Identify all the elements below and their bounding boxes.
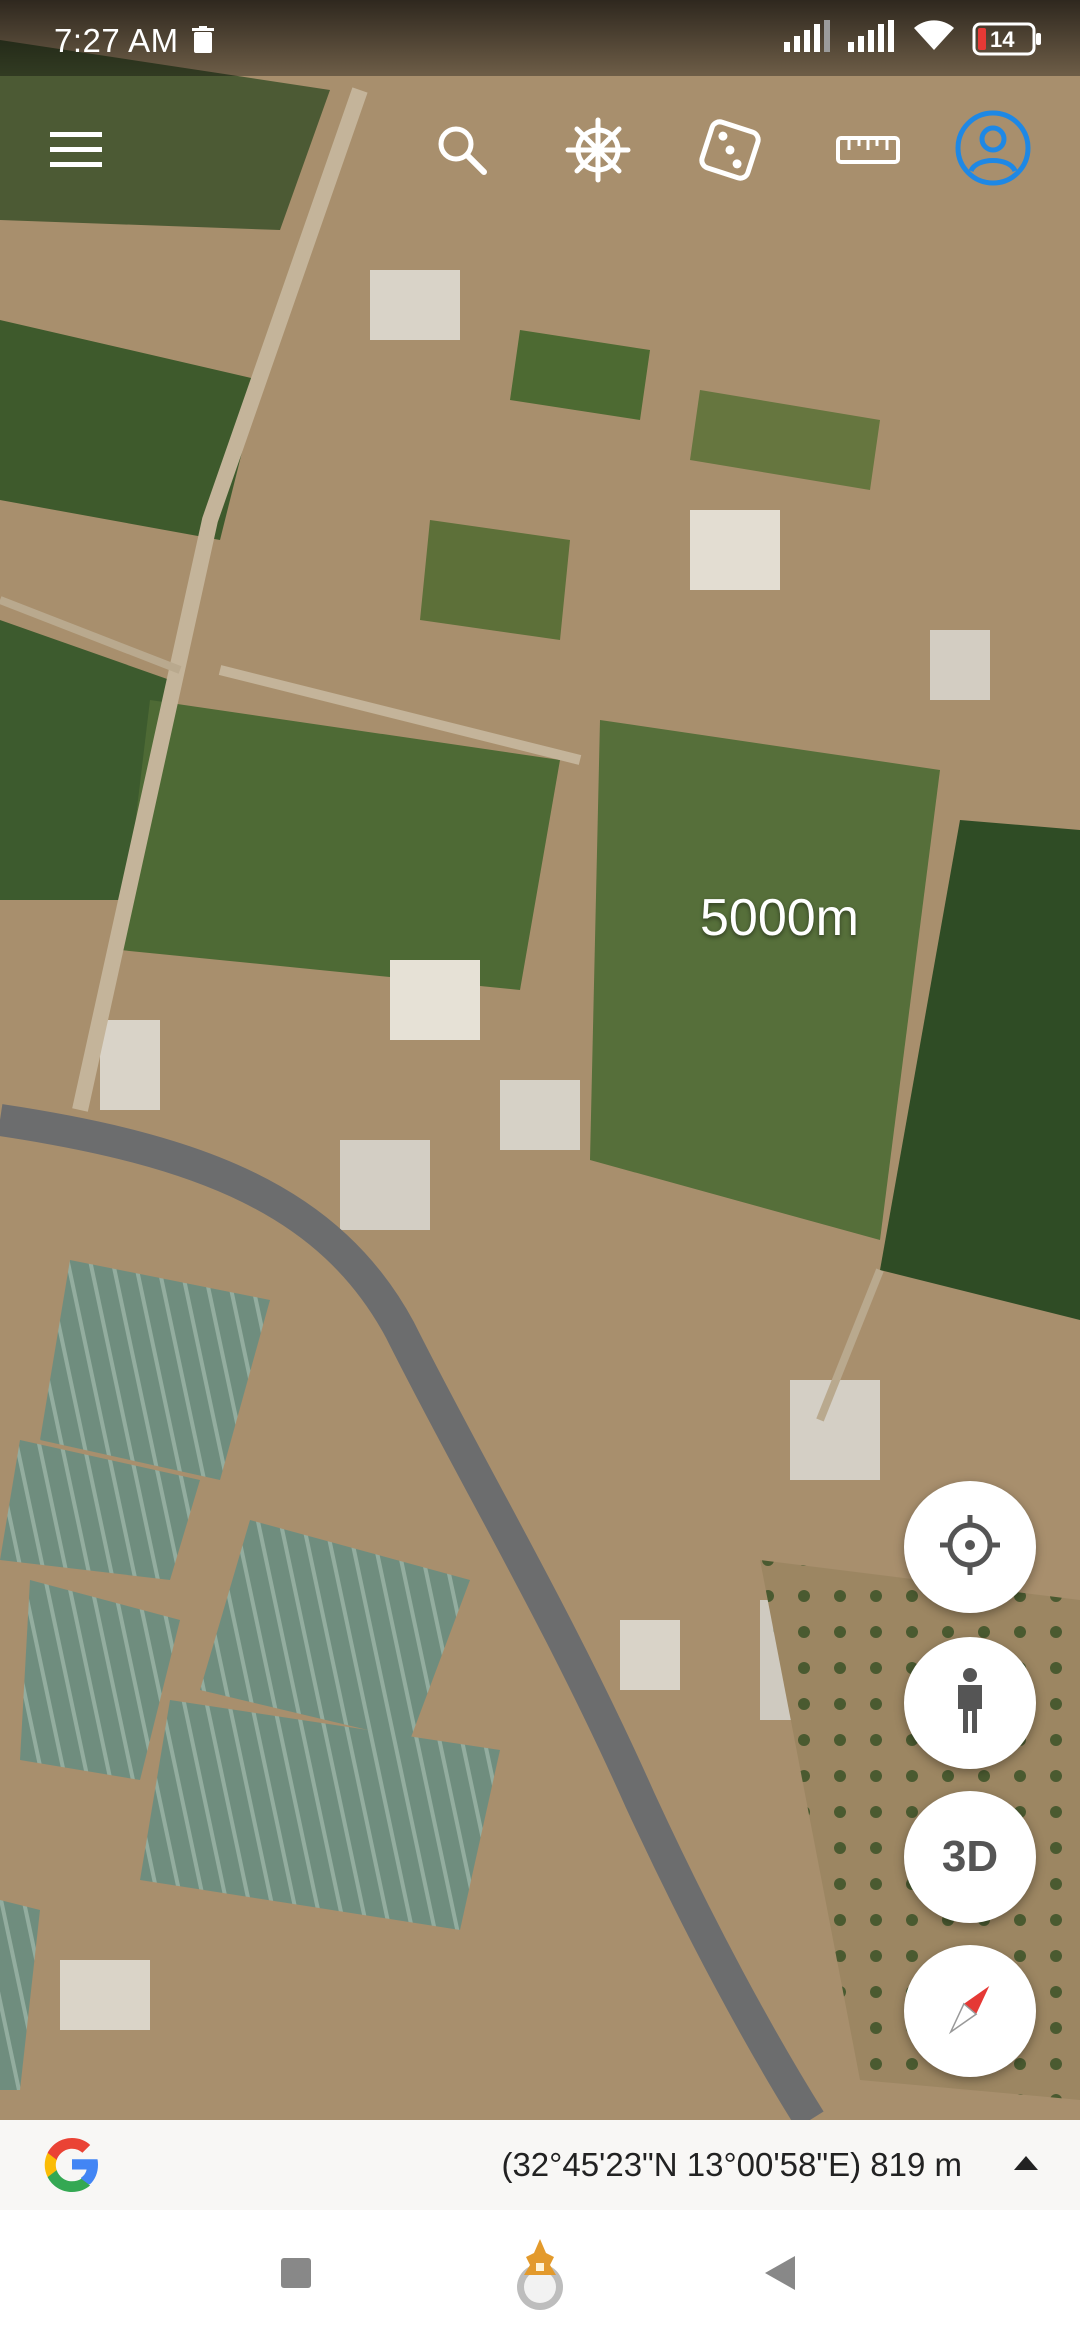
ruler-icon xyxy=(835,130,901,175)
3d-label: 3D xyxy=(941,1832,999,1881)
distance-label: 5000m xyxy=(700,889,859,947)
coordinates-readout: (32°45'23"N 13°00'58"E) 819 m xyxy=(501,2146,962,2183)
signal-icon xyxy=(848,20,896,57)
menu-button[interactable] xyxy=(38,110,114,194)
google-g-logo xyxy=(40,2132,104,2201)
signal-icon xyxy=(784,20,832,57)
account-icon xyxy=(954,109,1032,192)
my-location-button[interactable] xyxy=(904,1481,1036,1613)
compass-button[interactable] xyxy=(904,1945,1036,2077)
random-place-button[interactable] xyxy=(688,110,772,194)
search-icon xyxy=(434,122,490,183)
street-view-person-icon xyxy=(950,1667,990,1740)
status-bar: 7:27 AM 14 xyxy=(0,0,1080,76)
satellite-imagery xyxy=(0,0,1080,2120)
menu-icon xyxy=(50,130,102,175)
compass-icon xyxy=(938,1977,1002,2046)
status-time: 7:27 AM xyxy=(54,22,179,59)
trash-icon xyxy=(192,26,214,59)
square-recents-icon xyxy=(279,2256,313,2295)
satellite-map[interactable] xyxy=(0,0,1080,2120)
tour-guide-button[interactable] xyxy=(556,110,640,194)
triangle-back-icon xyxy=(763,2254,797,2297)
3d-toggle-button[interactable]: 3D xyxy=(904,1791,1036,1923)
location-crosshair-icon xyxy=(937,1512,1003,1583)
expand-up-icon[interactable] xyxy=(1012,2154,1040,2179)
search-button[interactable] xyxy=(420,110,504,194)
steering-wheel-icon xyxy=(565,117,631,188)
home-button[interactable] xyxy=(480,2210,600,2340)
navigation-bar xyxy=(0,2210,1080,2340)
battery-low-icon: 14 xyxy=(972,22,1042,56)
account-button[interactable] xyxy=(948,108,1038,192)
back-button[interactable] xyxy=(720,2210,840,2340)
wifi-icon xyxy=(912,20,956,57)
street-view-button[interactable] xyxy=(904,1637,1036,1769)
app-home-icon xyxy=(512,2235,568,2316)
status-indicators: 14 xyxy=(784,20,1042,57)
measure-button[interactable] xyxy=(820,110,916,194)
recents-button[interactable] xyxy=(236,2210,356,2340)
info-bar: (32°45'23"N 13°00'58"E) 819 m xyxy=(0,2120,1080,2210)
dice-icon xyxy=(698,118,762,187)
battery-level: 14 xyxy=(990,26,1015,52)
